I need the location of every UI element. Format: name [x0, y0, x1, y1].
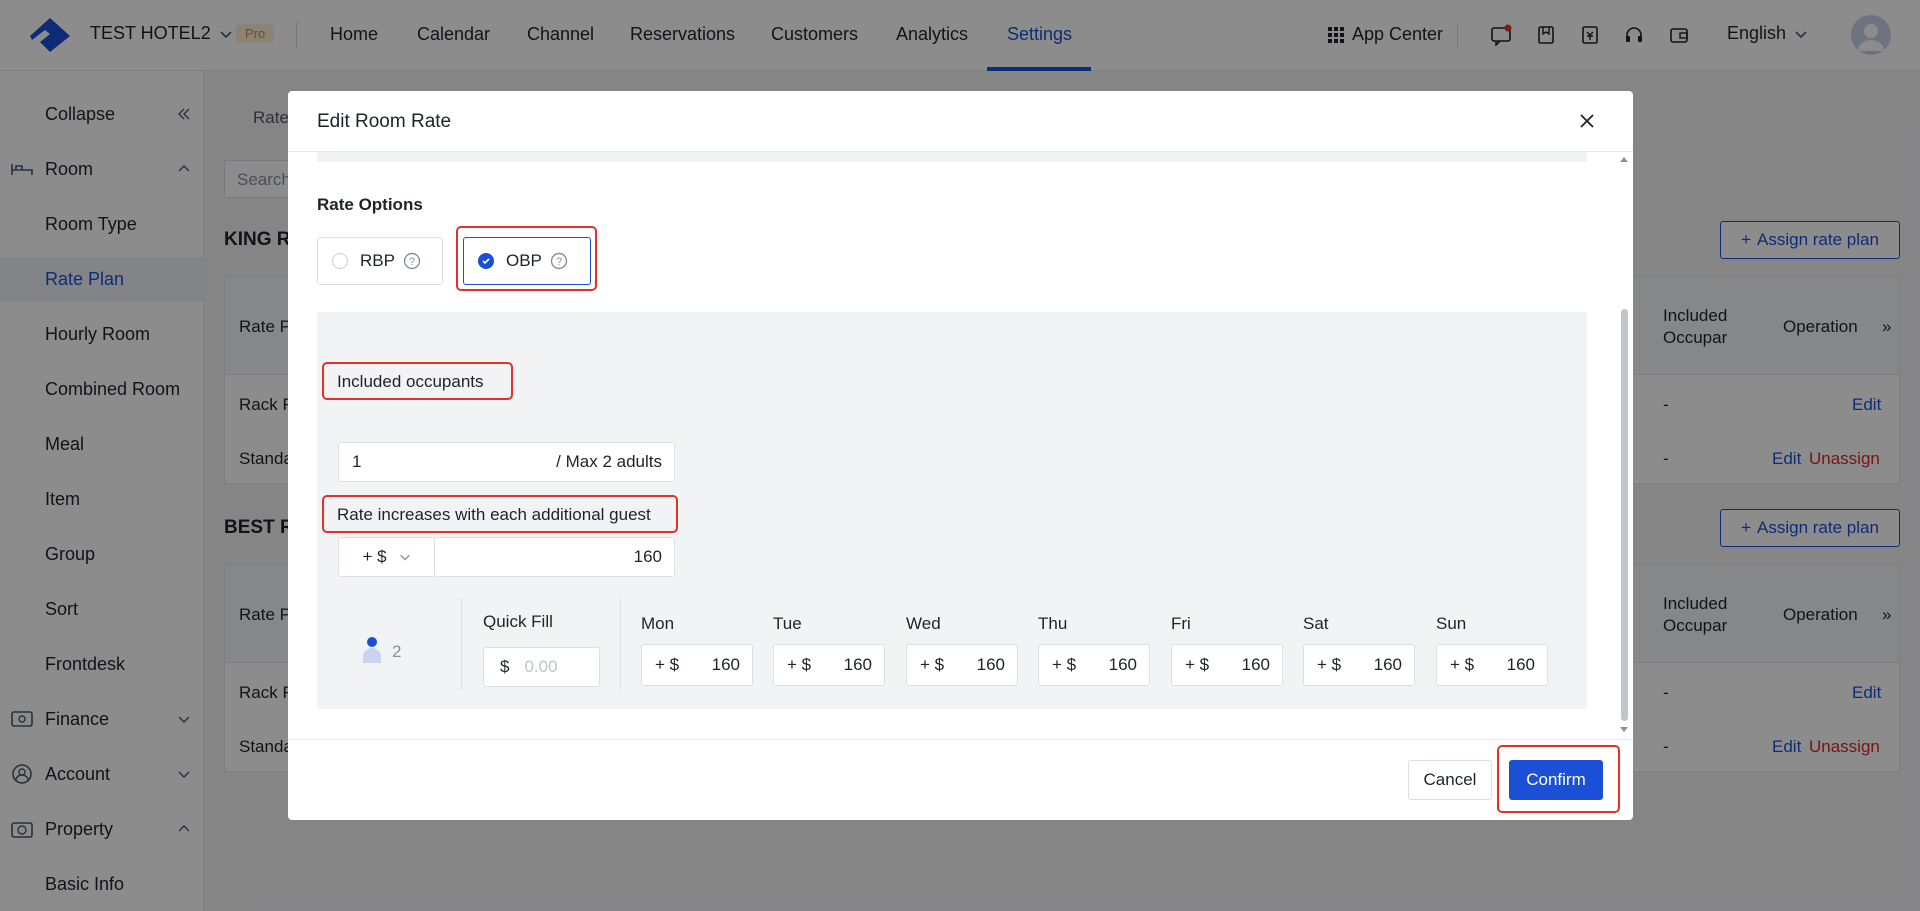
rate-prefix: + $: [1052, 655, 1077, 674]
increase-amount-input[interactable]: 160: [434, 537, 675, 577]
rate-prefix: + $: [1317, 655, 1342, 674]
svg-text:?: ?: [409, 256, 415, 268]
rate-value: 160: [1108, 655, 1137, 674]
day-rate-input-sun[interactable]: + $ 160: [1436, 644, 1548, 686]
rate-value: 160: [1373, 655, 1402, 674]
guest-count: 2: [392, 642, 402, 661]
rate-prefix: + $: [655, 655, 680, 674]
day-rate-input-thu[interactable]: + $ 160: [1038, 644, 1150, 686]
day-label: Wed: [906, 614, 941, 633]
cancel-button[interactable]: Cancel: [1408, 760, 1492, 800]
rate-value: 160: [711, 655, 740, 674]
divider: [620, 598, 621, 690]
day-rate-input-sat[interactable]: + $ 160: [1303, 644, 1415, 686]
day-label: Mon: [641, 614, 675, 633]
rate-value: 160: [976, 655, 1005, 674]
rate-value: 160: [843, 655, 872, 674]
highlight-box: [1497, 745, 1620, 813]
increase-operator-select[interactable]: + $: [338, 537, 435, 577]
day-label: Thu: [1038, 614, 1068, 633]
option-label: RBP: [360, 251, 395, 270]
rate-prefix: + $: [920, 655, 945, 674]
rate-options-label: Rate Options: [317, 195, 423, 214]
option-rbp[interactable]: RBP ?: [317, 237, 443, 285]
select-value: + $: [362, 547, 387, 566]
highlight-box: [322, 495, 678, 533]
highlight-box: [456, 226, 597, 291]
input-placeholder: 0.00: [524, 657, 558, 676]
help-icon[interactable]: ?: [403, 252, 421, 270]
scrollbar[interactable]: [1621, 309, 1628, 721]
radio-unchecked-icon: [332, 253, 348, 269]
day-rate-input-wed[interactable]: + $ 160: [906, 644, 1018, 686]
included-occupants-input[interactable]: 1 / Max 2 adults: [338, 442, 675, 482]
day-label: Sat: [1303, 614, 1329, 633]
edit-room-rate-dialog: Edit Room Rate Rate Options RBP ? OBP ? …: [288, 91, 1633, 820]
scroll-up-icon[interactable]: [1619, 155, 1629, 163]
quick-fill-input[interactable]: $ 0.00: [483, 647, 600, 687]
rate-value: 160: [1241, 655, 1270, 674]
input-value: 160: [633, 547, 662, 566]
currency-prefix: $: [500, 657, 510, 676]
highlight-box: [322, 362, 513, 400]
panel-strip: [317, 152, 1587, 162]
day-rate-input-tue[interactable]: + $ 160: [773, 644, 885, 686]
divider: [461, 598, 462, 690]
day-rate-input-mon[interactable]: + $ 160: [641, 644, 753, 686]
rate-value: 160: [1506, 655, 1535, 674]
rate-prefix: + $: [1185, 655, 1210, 674]
scroll-down-icon[interactable]: [1619, 726, 1629, 734]
day-label: Sun: [1436, 614, 1467, 633]
chevron-down-icon: [399, 554, 410, 561]
divider: [288, 739, 1633, 740]
rate-prefix: + $: [1450, 655, 1475, 674]
input-value: 1: [352, 452, 362, 471]
quick-fill-label: Quick Fill: [483, 612, 553, 631]
day-label: Fri: [1171, 614, 1191, 633]
person-icon: [363, 637, 381, 663]
dialog-title: Edit Room Rate: [317, 111, 452, 132]
day-rate-input-fri[interactable]: + $ 160: [1171, 644, 1283, 686]
rate-prefix: + $: [787, 655, 812, 674]
close-icon[interactable]: [1577, 111, 1597, 131]
max-adults-suffix: / Max 2 adults: [556, 452, 662, 471]
day-label: Tue: [773, 614, 802, 633]
